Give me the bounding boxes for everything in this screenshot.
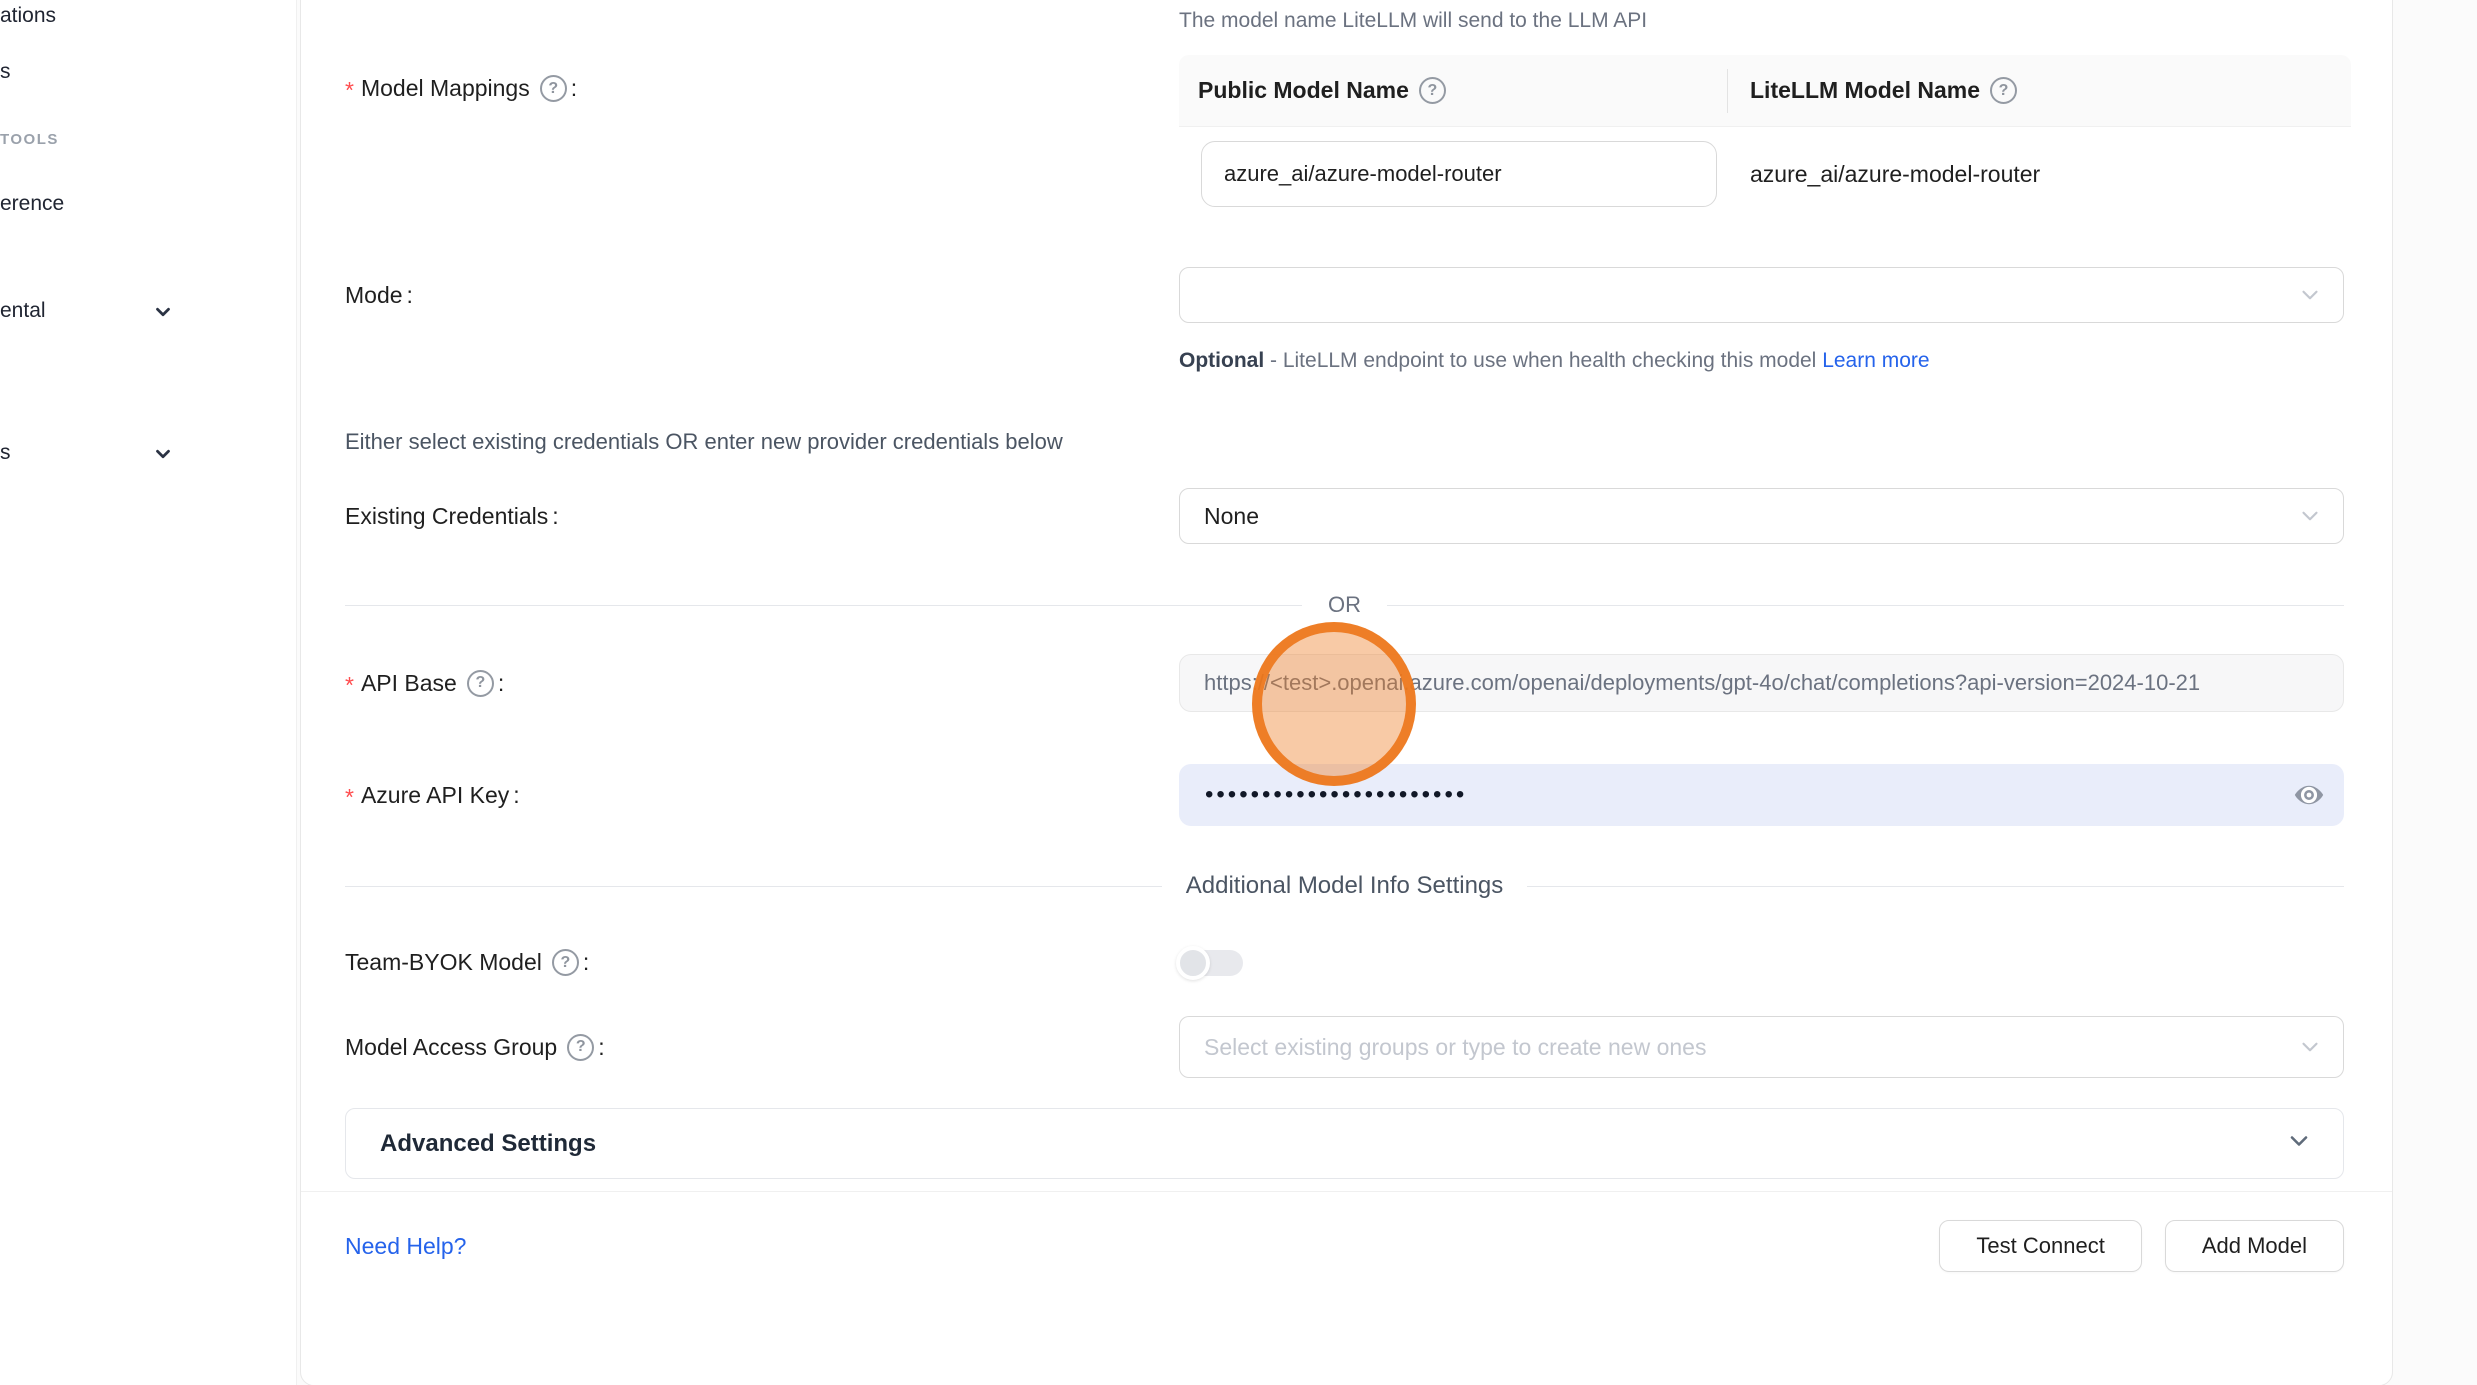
required-mark: * — [345, 784, 354, 811]
or-divider: OR — [345, 590, 2344, 620]
credentials-note: Either select existing credentials OR en… — [345, 429, 2344, 455]
model-access-group-select[interactable]: Select existing groups or type to create… — [1179, 1016, 2344, 1078]
or-divider-text: OR — [1302, 592, 1387, 618]
table-header-row: Public Model Name ? LiteLLM Model Name ? — [1179, 55, 2351, 127]
sidebar: ations s TOOLS erence ental s — [0, 0, 297, 1385]
api-base-row: * API Base ? : — [345, 654, 2344, 712]
chevron-down-icon — [2297, 503, 2323, 529]
litellm-model-name-value: azure_ai/azure-model-router — [1727, 161, 2351, 188]
model-name-hint: The model name LiteLLM will send to the … — [1179, 9, 2344, 33]
mode-row: Mode : — [345, 267, 2344, 323]
mode-select[interactable] — [1179, 267, 2344, 323]
help-icon[interactable]: ? — [540, 75, 567, 102]
litellm-model-name-header: LiteLLM Model Name ? — [1727, 77, 2351, 104]
sidebar-item-label: ations — [0, 4, 56, 28]
model-access-group-placeholder: Select existing groups or type to create… — [1204, 1034, 1706, 1061]
help-icon[interactable]: ? — [567, 1034, 594, 1061]
help-icon[interactable]: ? — [1419, 77, 1446, 104]
toggle-knob — [1176, 946, 1210, 980]
api-base-input[interactable] — [1179, 654, 2344, 712]
model-name-hint-row: The model name LiteLLM will send to the … — [345, 9, 2344, 33]
existing-credentials-value: None — [1204, 503, 1259, 530]
chevron-down-icon — [2297, 282, 2323, 308]
sidebar-item-guardrails[interactable]: s — [0, 60, 11, 84]
learn-more-link[interactable]: Learn more — [1822, 349, 1929, 372]
existing-credentials-label: Existing Credentials : — [345, 503, 559, 530]
model-mappings-table: Public Model Name ? LiteLLM Model Name ? — [1179, 55, 2351, 223]
public-model-name-header: Public Model Name ? — [1179, 77, 1727, 104]
sidebar-section-tools: TOOLS — [0, 131, 59, 148]
model-mappings-label: * Model Mappings ? : — [345, 73, 577, 104]
sidebar-item-settings[interactable]: s — [0, 441, 11, 465]
team-byok-row: Team-BYOK Model ? : — [345, 949, 2344, 976]
azure-api-key-field — [1179, 764, 2344, 826]
chevron-down-icon — [152, 301, 174, 329]
mode-hint-optional: Optional — [1179, 349, 1264, 372]
help-icon[interactable]: ? — [1990, 77, 2017, 104]
existing-credentials-select[interactable]: None — [1179, 488, 2344, 544]
model-mappings-row: * Model Mappings ? : Public Model Name ? — [345, 55, 2344, 223]
help-icon[interactable]: ? — [467, 670, 494, 697]
existing-credentials-row: Existing Credentials : None — [345, 488, 2344, 544]
azure-api-key-row: * Azure API Key : — [345, 764, 2344, 826]
sidebar-item-inference[interactable]: erence — [0, 192, 64, 216]
add-model-button[interactable]: Add Model — [2165, 1220, 2344, 1272]
chevron-down-icon — [2297, 1034, 2323, 1060]
sidebar-item-organizations[interactable]: ations — [0, 4, 56, 28]
required-mark: * — [345, 77, 354, 104]
sidebar-item-label: s — [0, 60, 11, 84]
chevron-down-icon — [152, 443, 174, 471]
sidebar-item-label: erence — [0, 192, 64, 216]
additional-info-title: Additional Model Info Settings — [1162, 872, 1528, 900]
team-byok-toggle[interactable] — [1179, 950, 1243, 976]
required-mark: * — [345, 672, 354, 699]
azure-api-key-input[interactable] — [1179, 764, 2344, 826]
footer-divider — [301, 1191, 2392, 1192]
mode-hint: Optional - LiteLLM endpoint to use when … — [1179, 344, 1979, 378]
api-base-label: * API Base ? : — [345, 668, 504, 699]
team-byok-label: Team-BYOK Model ? : — [345, 949, 589, 976]
sidebar-item-experimental[interactable]: ental — [0, 299, 46, 323]
advanced-settings-title: Advanced Settings — [380, 1130, 596, 1158]
additional-info-divider: Additional Model Info Settings — [345, 870, 2344, 902]
add-model-form-card: The model name LiteLLM will send to the … — [300, 0, 2393, 1385]
add-model-page: ations s TOOLS erence ental s — [0, 0, 2477, 1385]
advanced-settings-toggle[interactable]: Advanced Settings — [345, 1108, 2344, 1179]
public-model-name-input[interactable] — [1201, 141, 1717, 207]
help-icon[interactable]: ? — [552, 949, 579, 976]
sidebar-item-label: s — [0, 441, 11, 465]
sidebar-item-label: ental — [0, 299, 46, 323]
mode-label: Mode : — [345, 282, 413, 309]
azure-api-key-label: * Azure API Key : — [345, 780, 520, 811]
table-row: azure_ai/azure-model-router — [1179, 127, 2351, 223]
eye-icon[interactable] — [2292, 778, 2326, 812]
need-help-link[interactable]: Need Help? — [345, 1233, 466, 1260]
column-separator — [1727, 69, 1728, 113]
chevron-down-icon — [2285, 1127, 2313, 1160]
test-connect-button[interactable]: Test Connect — [1939, 1220, 2141, 1272]
model-access-group-label: Model Access Group ? : — [345, 1034, 605, 1061]
form-footer: Need Help? Test Connect Add Model — [345, 1220, 2344, 1272]
model-access-group-row: Model Access Group ? : Select existing g… — [345, 1016, 2344, 1078]
